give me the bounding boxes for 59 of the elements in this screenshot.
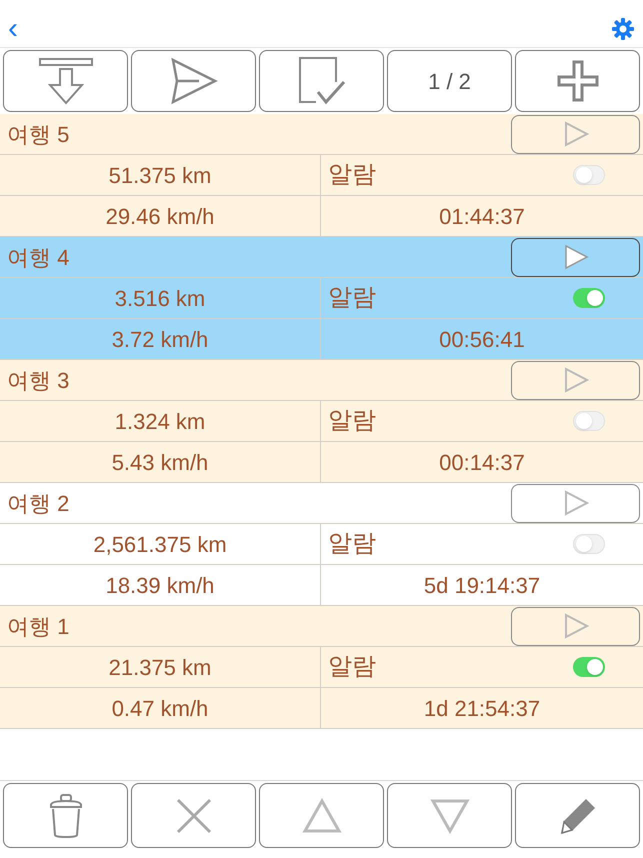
cancel-button[interactable] <box>131 783 256 848</box>
distance: 3.516 km <box>114 284 206 312</box>
alarm-label: 알람 <box>328 652 376 682</box>
speed: 3.72 km/h <box>112 326 208 354</box>
trip-name: 여행 5 <box>7 120 70 148</box>
play-icon <box>562 121 588 147</box>
duration: 01:44:37 <box>439 202 525 230</box>
speed: 0.47 km/h <box>112 694 208 722</box>
down-triangle-icon <box>430 798 470 834</box>
select-button[interactable] <box>259 50 384 112</box>
add-button[interactable] <box>515 50 640 112</box>
speed: 5.43 km/h <box>112 448 208 476</box>
duration: 5d 19:14:37 <box>424 572 540 600</box>
alarm-label: 알람 <box>328 283 376 313</box>
trip-name: 여행 2 <box>7 490 70 518</box>
edit-button[interactable] <box>515 783 640 848</box>
distance: 2,561.375 km <box>93 530 227 558</box>
trip-name: 여행 3 <box>7 366 70 394</box>
move-down-button[interactable] <box>387 783 512 848</box>
play-button[interactable] <box>511 238 640 276</box>
duration: 1d 21:54:37 <box>424 694 540 722</box>
trip-card[interactable]: 여행 4 3.516 km 알람 3.72 km/h 00:56:41 <box>0 237 643 360</box>
trip-card[interactable]: 여행 1 21.375 km 알람 0.47 km/h 1d 21:54:37 <box>0 606 643 729</box>
delete-button[interactable] <box>3 783 128 848</box>
trip-name: 여행 4 <box>7 244 70 272</box>
alarm-label: 알람 <box>328 160 376 190</box>
plus-icon <box>556 60 598 102</box>
up-triangle-icon <box>302 798 342 834</box>
play-icon <box>562 244 588 270</box>
alarm-label: 알람 <box>328 529 376 559</box>
alarm-toggle[interactable] <box>573 288 605 308</box>
alarm-toggle[interactable] <box>573 411 605 431</box>
play-icon <box>562 613 588 639</box>
alarm-label: 알람 <box>328 406 376 436</box>
alarm-toggle[interactable] <box>573 534 605 554</box>
down-arrow-icon <box>38 57 94 105</box>
back-button[interactable]: ‹ <box>6 14 20 44</box>
trip-card[interactable]: 여행 5 51.375 km 알람 29.46 km/h 01:44:37 <box>0 114 643 237</box>
import-button[interactable] <box>3 50 128 112</box>
trash-icon <box>48 792 84 838</box>
distance: 51.375 km <box>108 162 212 190</box>
trip-card[interactable]: 여행 3 1.324 km 알람 5.43 km/h 00:14:37 <box>0 360 643 483</box>
send-button[interactable] <box>131 50 256 112</box>
trip-name: 여행 1 <box>7 612 70 640</box>
move-up-button[interactable] <box>259 783 384 848</box>
paper-plane-icon <box>170 57 218 105</box>
distance: 1.324 km <box>114 408 206 436</box>
duration: 00:14:37 <box>439 448 525 476</box>
distance: 21.375 km <box>108 654 212 682</box>
alarm-toggle[interactable] <box>573 165 605 185</box>
speed: 29.46 km/h <box>106 202 214 230</box>
play-icon <box>562 367 588 393</box>
trip-card[interactable]: 여행 2 2,561.375 km 알람 18.39 km/h 5d 19:14:37 <box>0 483 643 606</box>
play-icon <box>562 490 588 516</box>
page-indicator-button[interactable]: 1 / 2 <box>387 50 512 112</box>
speed: 18.39 km/h <box>106 572 214 600</box>
alarm-toggle[interactable] <box>573 657 605 677</box>
duration: 00:56:41 <box>439 326 525 354</box>
settings-icon[interactable] <box>611 16 635 40</box>
